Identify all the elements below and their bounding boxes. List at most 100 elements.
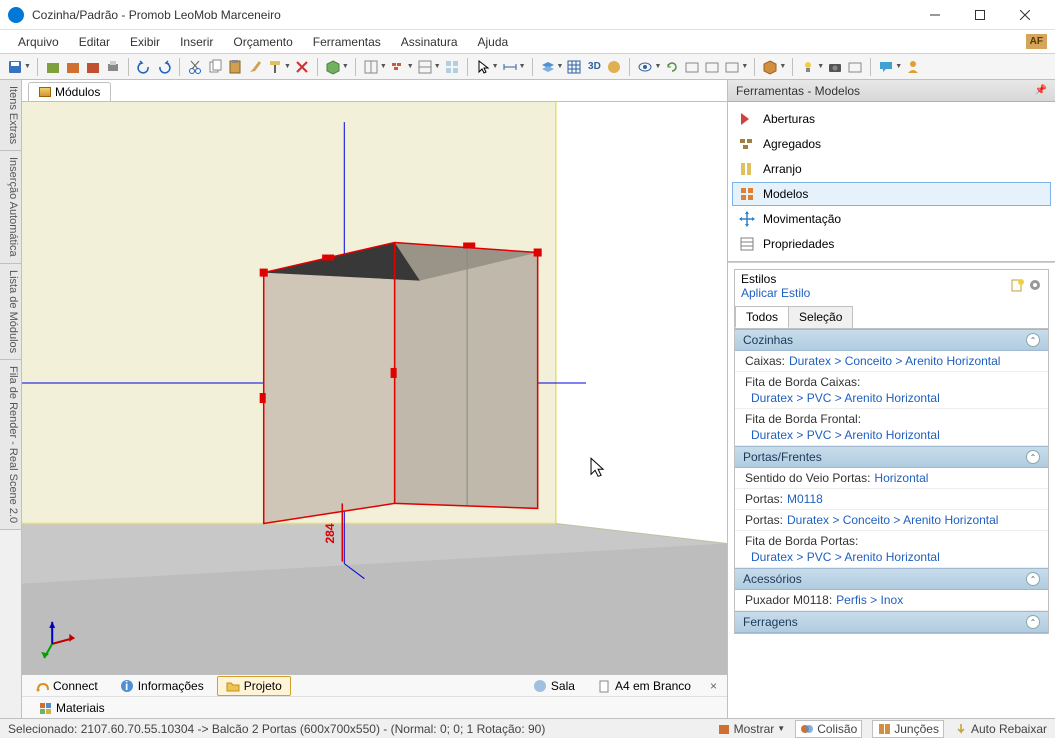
nav-movimentacao[interactable]: Movimentação	[732, 207, 1051, 231]
light-icon[interactable]	[799, 58, 817, 76]
redo-icon[interactable]	[155, 58, 173, 76]
persp1-icon[interactable]	[683, 58, 701, 76]
aplicar-estilo-link[interactable]: Aplicar Estilo	[741, 286, 810, 300]
row-link[interactable]: Duratex > PVC > Arenito Horizontal	[745, 428, 940, 442]
menu-arquivo[interactable]: Arquivo	[8, 33, 69, 51]
layout1-dropdown[interactable]: ▼	[380, 63, 387, 70]
status-colisao[interactable]: Colisão	[795, 720, 862, 738]
group-head[interactable]: Acessórios⌃	[735, 568, 1048, 590]
persp3-dropdown[interactable]: ▼	[741, 63, 748, 70]
box2-icon[interactable]	[84, 58, 102, 76]
pin-icon[interactable]: 📌	[1035, 85, 1047, 96]
status-auto-rebaixar[interactable]: Auto Rebaixar	[954, 722, 1047, 736]
btab-projeto[interactable]: Projeto	[217, 676, 291, 696]
wall-dropdown[interactable]: ▼	[407, 63, 414, 70]
btab-sala[interactable]: Sala	[524, 676, 584, 696]
maximize-button[interactable]	[957, 0, 1002, 30]
roller-dropdown[interactable]: ▼	[284, 63, 291, 70]
wall-icon[interactable]	[389, 58, 407, 76]
undo-icon[interactable]	[135, 58, 153, 76]
layout2-dropdown[interactable]: ▼	[434, 63, 441, 70]
nav-propriedades[interactable]: Propriedades	[732, 232, 1051, 256]
nav-aberturas[interactable]: Aberturas	[732, 107, 1051, 131]
paste-icon[interactable]	[226, 58, 244, 76]
menu-ferramentas[interactable]: Ferramentas	[303, 33, 391, 51]
save-dropdown[interactable]: ▼	[24, 63, 31, 70]
save-icon[interactable]	[6, 58, 24, 76]
layers-dropdown[interactable]: ▼	[557, 63, 564, 70]
user-icon[interactable]	[904, 58, 922, 76]
persp2-icon[interactable]	[703, 58, 721, 76]
cube2-icon[interactable]	[761, 58, 779, 76]
camera-icon[interactable]	[826, 58, 844, 76]
grid2-icon[interactable]	[565, 58, 583, 76]
scene-icon[interactable]	[605, 58, 623, 76]
dim-dropdown[interactable]: ▼	[519, 63, 526, 70]
roller-icon[interactable]	[266, 58, 284, 76]
row-link[interactable]: Perfis > Inox	[836, 593, 903, 607]
box1-icon[interactable]	[64, 58, 82, 76]
menu-orcamento[interactable]: Orçamento	[223, 33, 302, 51]
persp4-icon[interactable]	[846, 58, 864, 76]
dim-icon[interactable]	[501, 58, 519, 76]
menu-exibir[interactable]: Exibir	[120, 33, 170, 51]
row-link[interactable]: Duratex > PVC > Arenito Horizontal	[745, 550, 940, 564]
row-link[interactable]: Duratex > PVC > Arenito Horizontal	[745, 391, 940, 405]
row-link[interactable]: Duratex > Conceito > Arenito Horizontal	[787, 513, 998, 527]
new-style-icon[interactable]	[1010, 278, 1024, 295]
status-mostrar[interactable]: Mostrar ▼	[717, 722, 786, 736]
gear-icon[interactable]	[1028, 278, 1042, 295]
menu-ajuda[interactable]: Ajuda	[468, 33, 519, 51]
room-icon[interactable]	[44, 58, 62, 76]
menu-inserir[interactable]: Inserir	[170, 33, 223, 51]
brush-icon[interactable]	[246, 58, 264, 76]
eye-icon[interactable]	[636, 58, 654, 76]
status-juncoes[interactable]: Junções	[872, 720, 944, 738]
btab-info[interactable]: i Informações	[111, 676, 213, 696]
layout2-icon[interactable]	[416, 58, 434, 76]
pointer-dropdown[interactable]: ▼	[492, 63, 499, 70]
group-head[interactable]: Ferragens⌃	[735, 611, 1048, 633]
3d-icon[interactable]: 3D	[585, 58, 603, 76]
btab-connect[interactable]: Connect	[26, 676, 107, 696]
vtab-fila-render[interactable]: Fila de Render - Real Scene 2.0	[0, 360, 21, 530]
btab-a4[interactable]: A4 em Branco	[588, 676, 700, 696]
delete-icon[interactable]	[293, 58, 311, 76]
btab-materiais[interactable]: Materiais	[30, 699, 113, 717]
tab-selecao[interactable]: Seleção	[788, 306, 853, 328]
vtab-insercao-auto[interactable]: Inserção Automática	[0, 151, 21, 264]
3d-viewport[interactable]: 284	[22, 102, 727, 674]
cut-icon[interactable]	[186, 58, 204, 76]
minimize-button[interactable]	[912, 0, 957, 30]
close-button[interactable]	[1002, 0, 1047, 30]
row-link[interactable]: Duratex > Conceito > Arenito Horizontal	[789, 354, 1000, 368]
row-link[interactable]: Horizontal	[874, 471, 928, 485]
chat-dropdown[interactable]: ▼	[895, 63, 902, 70]
menu-assinatura[interactable]: Assinatura	[391, 33, 468, 51]
cube1-icon[interactable]	[324, 58, 342, 76]
copy-icon[interactable]	[206, 58, 224, 76]
layers-icon[interactable]	[539, 58, 557, 76]
persp3-icon[interactable]	[723, 58, 741, 76]
print-icon[interactable]	[104, 58, 122, 76]
chat-icon[interactable]	[877, 58, 895, 76]
nav-modelos[interactable]: Modelos	[732, 182, 1051, 206]
nav-agregados[interactable]: Agregados	[732, 132, 1051, 156]
refresh-icon[interactable]	[663, 58, 681, 76]
vtab-lista-modulos[interactable]: Lista de Módulos	[0, 264, 21, 360]
cube2-dropdown[interactable]: ▼	[779, 63, 786, 70]
vtab-itens-extras[interactable]: Itens Extras	[0, 80, 21, 151]
af-badge[interactable]: AF	[1026, 34, 1047, 49]
tab-modulos[interactable]: Módulos	[28, 82, 111, 101]
layout1-icon[interactable]	[362, 58, 380, 76]
menu-editar[interactable]: Editar	[69, 33, 120, 51]
eye-dropdown[interactable]: ▼	[654, 63, 661, 70]
pointer-icon[interactable]	[474, 58, 492, 76]
close-tab-button[interactable]: ×	[704, 679, 723, 693]
grid-icon[interactable]	[443, 58, 461, 76]
tab-todos[interactable]: Todos	[735, 306, 789, 328]
nav-arranjo[interactable]: Arranjo	[732, 157, 1051, 181]
cube1-dropdown[interactable]: ▼	[342, 63, 349, 70]
group-head[interactable]: Cozinhas⌃	[735, 329, 1048, 351]
group-head[interactable]: Portas/Frentes⌃	[735, 446, 1048, 468]
